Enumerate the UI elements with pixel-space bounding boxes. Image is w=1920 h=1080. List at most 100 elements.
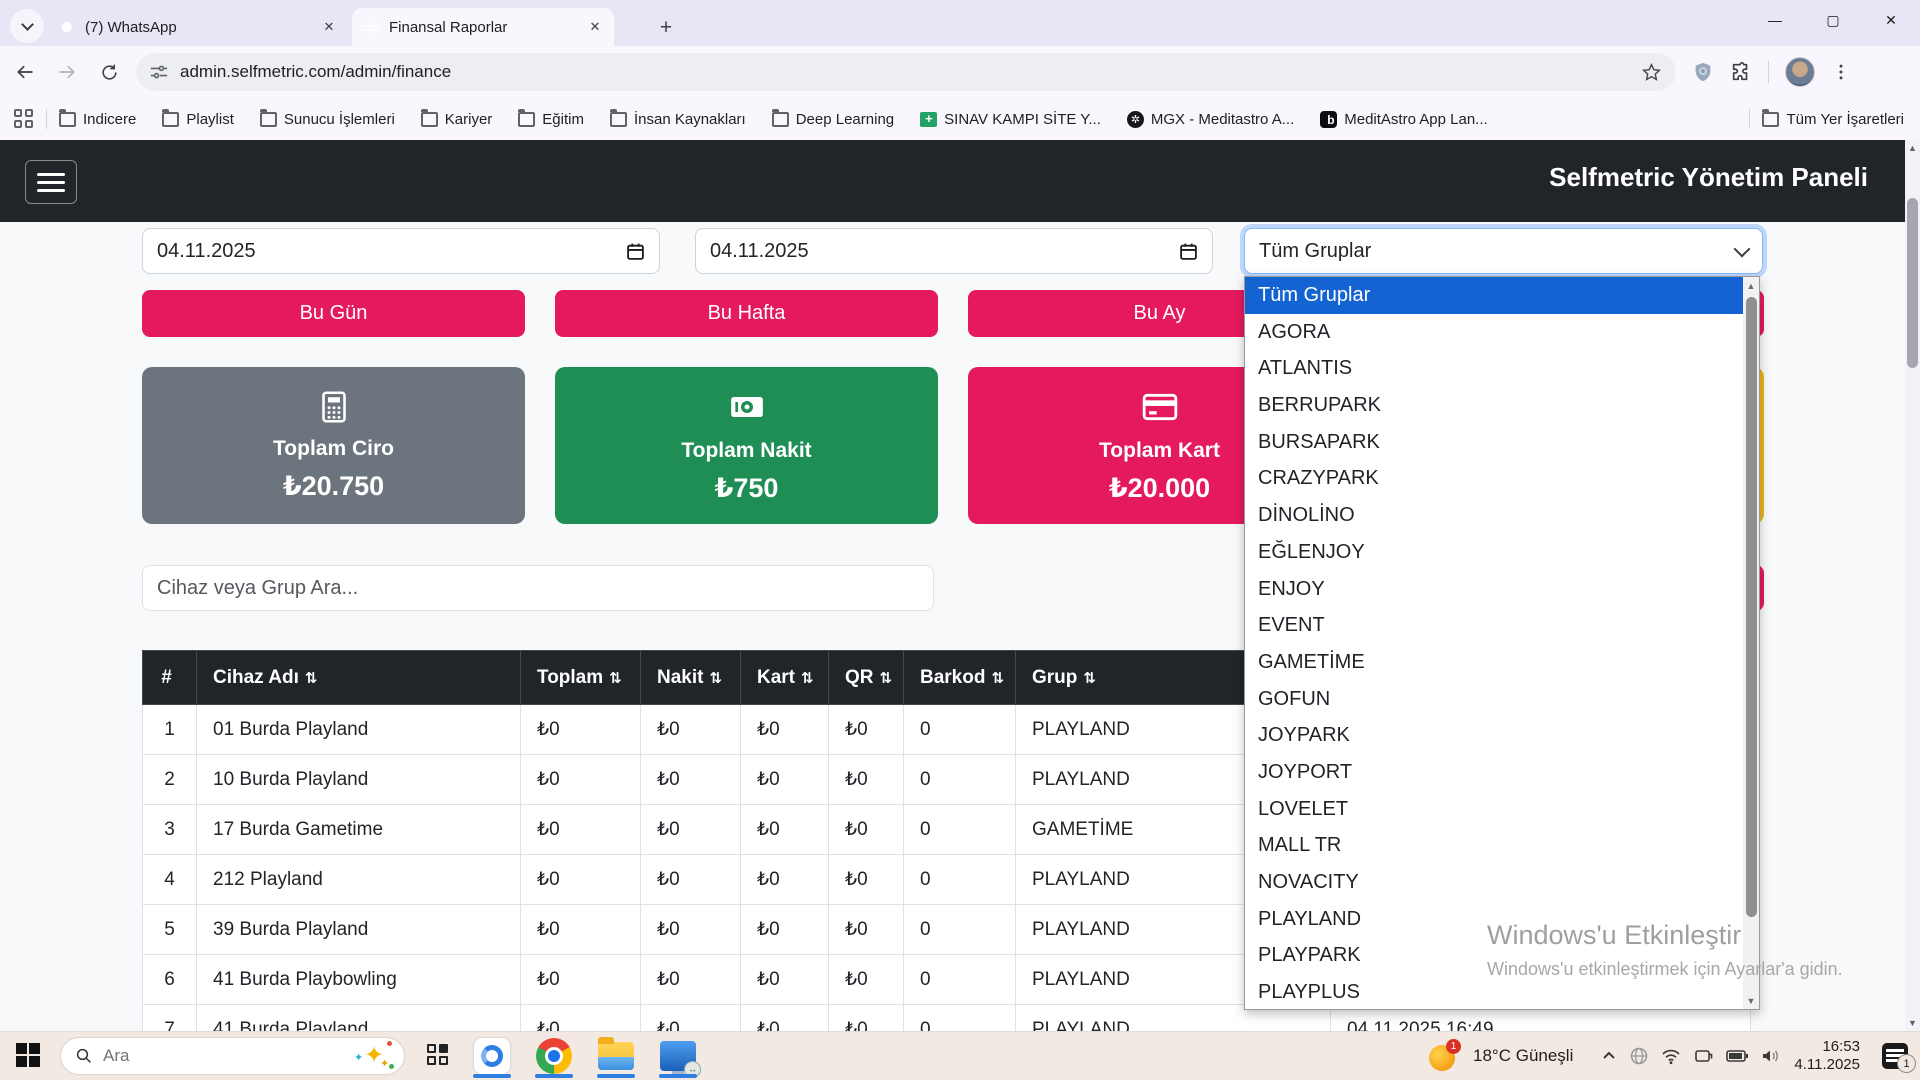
date-from-input[interactable]: 04.11.2025	[142, 228, 660, 274]
dropdown-scrollbar[interactable]: ▲ ▼	[1743, 277, 1759, 1009]
toolbar-icons	[1692, 57, 1865, 87]
globe-icon	[362, 18, 380, 36]
date-to-input[interactable]: 04.11.2025	[695, 228, 1213, 274]
table-header-cell[interactable]: #	[143, 651, 197, 705]
taskbar-search-input[interactable]	[103, 1046, 360, 1066]
tab-strip: (7) WhatsApp ✕ Finansal Raporlar ✕ + — ▢…	[0, 0, 1920, 50]
minimize-button[interactable]: —	[1746, 0, 1804, 40]
weather-sun-icon[interactable]: 1	[1429, 1041, 1459, 1071]
app-remote-desktop[interactable]	[657, 1033, 699, 1079]
group-option[interactable]: DİNOLİNO	[1245, 497, 1743, 534]
group-option[interactable]: NOVACITY	[1245, 864, 1743, 901]
adblock-shield-icon[interactable]	[1692, 61, 1714, 83]
group-option[interactable]: JOYPARK	[1245, 717, 1743, 754]
group-option[interactable]: EĞLENJOY	[1245, 534, 1743, 571]
new-tab-button[interactable]: +	[652, 14, 680, 42]
table-header-cell[interactable]: QR⇅	[829, 651, 904, 705]
scrollbar-thumb[interactable]	[1907, 198, 1918, 368]
bookmark-item[interactable]: Indicere	[59, 111, 136, 128]
calendar-icon[interactable]	[1179, 242, 1198, 261]
tab-close-icon[interactable]: ✕	[320, 18, 338, 36]
globe-tray-icon[interactable]	[1630, 1047, 1648, 1065]
maximize-button[interactable]: ▢	[1804, 0, 1862, 40]
taskbar-search[interactable]: ✦✦✦	[60, 1037, 405, 1075]
taskbar-clock[interactable]: 16:53 4.11.2025	[1794, 1038, 1860, 1074]
task-view-icon[interactable]	[427, 1044, 451, 1068]
group-option[interactable]: GOFUN	[1245, 681, 1743, 718]
bookmark-item[interactable]: MeditAstro App Lan...	[1320, 111, 1487, 128]
scrollbar-thumb[interactable]	[1746, 297, 1757, 917]
scroll-down-arrow[interactable]: ▼	[1743, 992, 1759, 1009]
profile-avatar[interactable]	[1785, 57, 1815, 87]
table-header-cell[interactable]: Kart⇅	[741, 651, 829, 705]
tab-whatsapp[interactable]: (7) WhatsApp ✕	[48, 8, 348, 46]
group-option[interactable]: CRAZYPARK	[1245, 460, 1743, 497]
group-option[interactable]: MALL TR	[1245, 827, 1743, 864]
this-week-button[interactable]: Bu Hafta	[555, 290, 938, 337]
notification-center-icon[interactable]: 1	[1882, 1043, 1908, 1069]
bookmark-star-icon[interactable]	[1641, 62, 1662, 83]
taskbar-apps	[471, 1033, 699, 1079]
bookmark-item[interactable]: Playlist	[162, 111, 234, 128]
bookmark-item[interactable]: Deep Learning	[772, 111, 894, 128]
tab-finansal-raporlar[interactable]: Finansal Raporlar ✕	[352, 8, 614, 46]
app-navbar: Selfmetric Yönetim Paneli	[0, 140, 1920, 222]
group-option[interactable]: ATLANTIS	[1245, 350, 1743, 387]
page-scrollbar[interactable]: ▲ ▼	[1905, 140, 1920, 1031]
speaker-icon[interactable]	[1761, 1048, 1780, 1064]
browser-menu-icon[interactable]	[1831, 62, 1851, 82]
table-header-cell[interactable]: Cihaz Adı⇅	[197, 651, 521, 705]
group-option[interactable]: AGORA	[1245, 314, 1743, 351]
app-chrome[interactable]	[533, 1033, 575, 1079]
bookmark-item[interactable]: Kariyer	[421, 111, 493, 128]
bookmark-item[interactable]: Sunucu İşlemleri	[260, 111, 395, 128]
sort-icon: ⇅	[880, 670, 893, 687]
weather-text[interactable]: 18°C Güneşli	[1473, 1046, 1573, 1066]
apps-grid-icon[interactable]	[14, 109, 34, 129]
scroll-down-arrow[interactable]: ▼	[1905, 1015, 1920, 1031]
device-search-input[interactable]	[142, 565, 934, 611]
bookmark-item[interactable]: Eğitim	[518, 111, 584, 128]
bookmark-item[interactable]: MGX - Meditastro A...	[1127, 111, 1294, 128]
group-option[interactable]: Tüm Gruplar	[1245, 277, 1743, 314]
copilot-sparkle-icon[interactable]: ✦✦✦	[360, 1041, 390, 1071]
back-button[interactable]	[8, 55, 42, 89]
bookmark-item[interactable]: İnsan Kaynakları	[610, 111, 746, 128]
table-header-cell[interactable]: Nakit⇅	[641, 651, 741, 705]
bookmark-item[interactable]: SINAV KAMPI SİTE Y...	[920, 111, 1101, 128]
calendar-icon[interactable]	[626, 242, 645, 261]
battery-icon[interactable]	[1726, 1049, 1748, 1063]
app-file-explorer[interactable]	[595, 1033, 637, 1079]
address-bar[interactable]: admin.selfmetric.com/admin/finance	[136, 53, 1676, 91]
scroll-up-arrow[interactable]: ▲	[1905, 140, 1920, 156]
site-settings-icon[interactable]	[150, 63, 168, 81]
bookmark-folder-icon	[421, 112, 438, 127]
chevron-up-icon[interactable]	[1601, 1048, 1617, 1064]
scroll-up-arrow[interactable]: ▲	[1743, 277, 1759, 294]
tab-close-icon[interactable]: ✕	[586, 18, 604, 36]
hamburger-menu-button[interactable]	[25, 160, 77, 204]
group-option[interactable]: BERRUPARK	[1245, 387, 1743, 424]
group-option[interactable]: LOVELET	[1245, 791, 1743, 828]
reload-button[interactable]	[92, 55, 126, 89]
table-header-cell[interactable]: Toplam⇅	[521, 651, 641, 705]
wifi-icon[interactable]	[1661, 1047, 1681, 1065]
table-header-cell[interactable]: Barkod⇅	[904, 651, 1016, 705]
all-bookmarks-folder[interactable]: Tüm Yer İşaretleri	[1762, 111, 1904, 128]
url-text[interactable]: admin.selfmetric.com/admin/finance	[180, 62, 1641, 82]
forward-button[interactable]	[50, 55, 84, 89]
group-filter-select[interactable]: Tüm Gruplar	[1244, 228, 1763, 274]
group-option[interactable]: JOYPORT	[1245, 754, 1743, 791]
start-button-icon[interactable]	[16, 1043, 42, 1069]
app-sync-browser[interactable]	[471, 1033, 513, 1079]
bookmark-folder-icon	[610, 112, 627, 127]
cast-icon[interactable]	[1694, 1048, 1713, 1065]
group-option[interactable]: EVENT	[1245, 607, 1743, 644]
close-button[interactable]: ✕	[1862, 0, 1920, 40]
group-option[interactable]: ENJOY	[1245, 571, 1743, 608]
tab-search-button[interactable]	[10, 9, 44, 43]
today-button[interactable]: Bu Gün	[142, 290, 525, 337]
group-option[interactable]: BURSAPARK	[1245, 424, 1743, 461]
group-option[interactable]: GAMETİME	[1245, 644, 1743, 681]
extensions-puzzle-icon[interactable]	[1730, 61, 1752, 83]
